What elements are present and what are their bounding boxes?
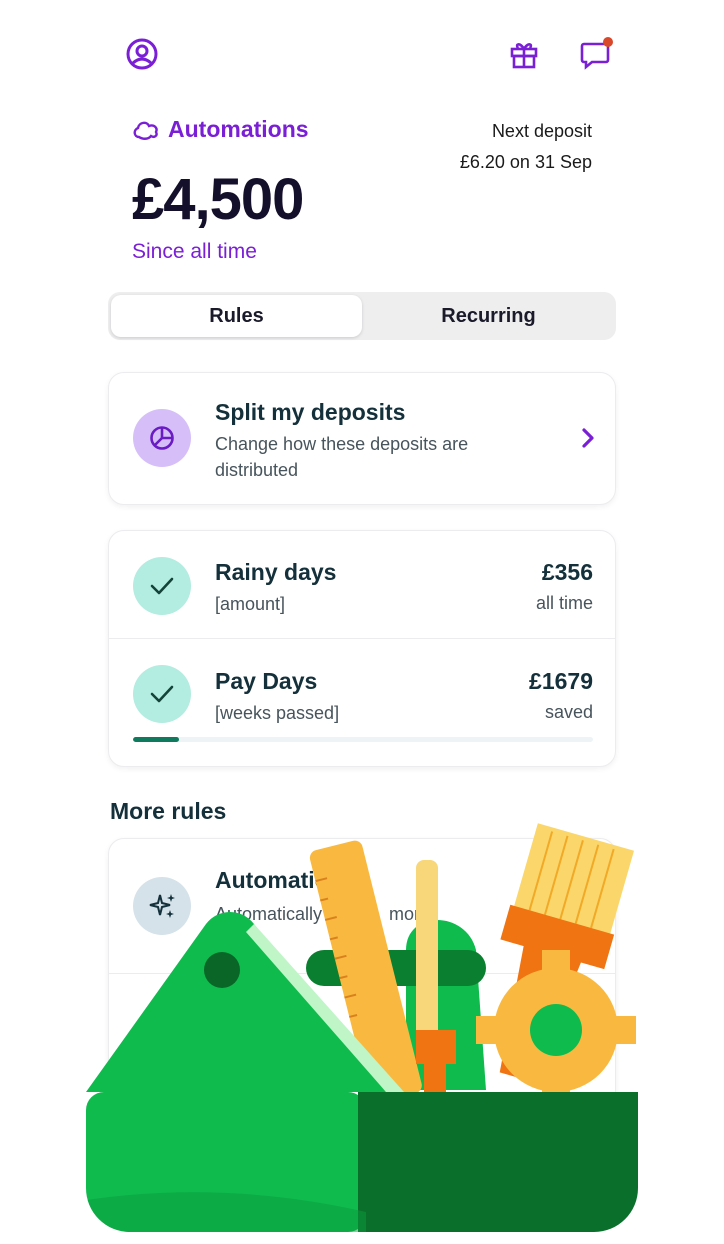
rule-amount: £356: [541, 559, 593, 585]
toolbox-front-dark: [358, 1092, 638, 1232]
rule-amount: £1679: [529, 668, 593, 694]
split-card-desc-line1: Change how these deposits are: [215, 434, 469, 454]
next-deposit-label: Next deposit: [491, 121, 592, 141]
chat-bubble-icon[interactable]: [578, 36, 614, 72]
rule-title: Rainy days: [215, 559, 337, 585]
rule-amount-caption: all time: [535, 593, 593, 613]
phone-screen: Automations Next deposit £6.20 on 31 Sep…: [86, 0, 638, 1232]
gift-icon[interactable]: [506, 36, 542, 72]
gear: [476, 950, 636, 1110]
rules-list-card: Rainy days [amount] £356 all time Pay Da…: [108, 530, 616, 767]
rule-amount-caption: saved: [544, 702, 593, 722]
total-balance: £4,500: [132, 167, 304, 232]
pay-days-progress-bar: [133, 737, 593, 742]
chevron-right-icon: [581, 427, 595, 454]
rule-row-pay-days[interactable]: Pay Days [weeks passed] £1679 saved: [109, 639, 615, 766]
rule-row-rainy-days[interactable]: Rainy days [amount] £356 all time: [109, 531, 615, 639]
next-deposit-value: £6.20 on 31 Sep: [459, 152, 592, 172]
automations-label: Automations: [168, 116, 309, 142]
top-bar: [86, 0, 638, 100]
cloud-icon: [133, 121, 158, 140]
rule-subtitle: [weeks passed]: [215, 703, 340, 723]
toolbox-hole: [204, 952, 240, 988]
rules-recurring-toggle: Rules Recurring: [108, 292, 616, 340]
user-circle-icon[interactable]: [124, 36, 160, 72]
rule-title: Pay Days: [215, 668, 318, 694]
toolbox-illustration: [86, 823, 638, 1232]
split-deposits-card[interactable]: Split my deposits Change how these depos…: [108, 372, 616, 505]
split-card-desc-line2: distributed: [215, 460, 299, 480]
toolbox-handle: [306, 950, 486, 986]
split-card-title: Split my deposits: [215, 399, 406, 425]
progress-fill: [133, 737, 179, 742]
tab-rules[interactable]: Rules: [111, 295, 362, 337]
automations-title: Automations: [132, 116, 309, 143]
check-icon: [133, 665, 191, 723]
balance-period: Since all time: [132, 240, 257, 263]
check-icon: [133, 557, 191, 615]
tab-recurring[interactable]: Recurring: [364, 295, 613, 337]
rule-subtitle: [amount]: [215, 594, 286, 614]
pie-chart-icon: [133, 409, 191, 467]
next-deposit: Next deposit £6.20 on 31 Sep: [460, 116, 592, 178]
